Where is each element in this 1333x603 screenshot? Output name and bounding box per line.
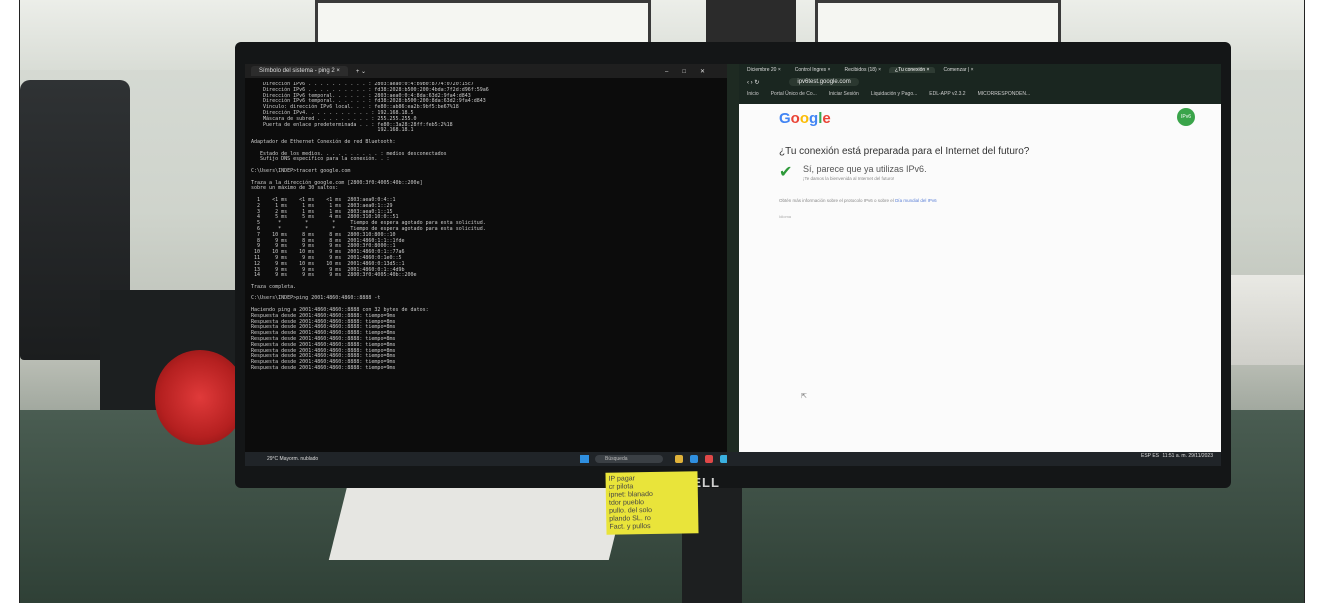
monitor-screen: Símbolo del sistema - ping 2 × + ⌄ –□✕ D… [245, 64, 1221, 466]
language-indicator[interactable]: ESP ES [1141, 453, 1159, 459]
page-content: Google IPv6 ¿Tu conexión está preparada … [739, 104, 1221, 452]
browser-tab[interactable]: Diciembre 20 × [741, 67, 787, 73]
bookmark-item[interactable]: Portal Único de Co... [771, 91, 817, 97]
app-icon[interactable] [705, 455, 713, 463]
file-explorer-icon[interactable] [675, 455, 683, 463]
command-prompt-window[interactable]: Símbolo del sistema - ping 2 × + ⌄ –□✕ D… [245, 64, 758, 466]
browser-tab-strip: Diciembre 20 × Control Ingres × Recibidos … [739, 64, 1221, 76]
red-desk-fan [155, 350, 245, 445]
taskbar-right: ESP ES 11:51 a. m. 29/11/2023 [727, 452, 1221, 466]
browser-tab[interactable]: Recibidos (18) × [838, 67, 887, 73]
browser-tab[interactable]: Comenzar | × [937, 67, 979, 73]
bookmark-item[interactable]: Liquidación y Pago... [871, 91, 917, 97]
url-field[interactable]: ipv6test.google.com [789, 78, 859, 86]
ipv6-day-link[interactable]: Día mundial del IPv6 [895, 198, 937, 203]
browser-sidebar [727, 64, 739, 452]
answer-subtext: ¡Te damos la bienvenida al Internet del … [803, 176, 895, 181]
terminal-tab-bar: Símbolo del sistema - ping 2 × + ⌄ –□✕ [245, 64, 727, 78]
mouse-cursor-icon: ⇱ [801, 392, 807, 400]
check-icon: ✔ [779, 162, 793, 181]
window-controls-icon[interactable]: –□✕ [665, 68, 719, 75]
weather-widget[interactable]: 29°C Mayorm. nublado [267, 456, 318, 462]
back-forward-reload-icon[interactable]: ‹ › ↻ [747, 79, 759, 86]
browser-tab[interactable]: ¿Tu conexión × [889, 67, 936, 73]
bookmark-item[interactable]: Iniciar Sesión [829, 91, 859, 97]
monitor: Símbolo del sistema - ping 2 × + ⌄ –□✕ D… [235, 42, 1231, 488]
terminal-line: Respuesta desde 2001:4860:4860::8888: ti… [251, 365, 396, 372]
address-bar-row: ‹ › ↻ ipv6test.google.com [739, 76, 1221, 88]
sticky-note: IP pagar cr pilota ipnet: blanado tdor p… [605, 471, 699, 535]
language-selector[interactable]: Idioma [779, 214, 791, 219]
google-logo: Google [779, 110, 831, 127]
taskbar: 29°C Mayorm. nublado Búsqueda [245, 452, 758, 466]
edge-icon[interactable] [690, 455, 698, 463]
browser-toolbar: Diciembre 20 × Control Ingres × Recibidos … [739, 64, 1221, 104]
bookmark-item[interactable]: EDL-APP v2.3.2 [929, 91, 965, 97]
terminal-tab[interactable]: Símbolo del sistema - ping 2 × [251, 66, 348, 76]
bookmarks-bar: Inicio Portal Único de Co... Iniciar Sesió… [739, 88, 1221, 100]
bookmark-item[interactable]: Inicio [747, 91, 759, 97]
ipv6-badge: IPv6 [1177, 108, 1195, 126]
answer-text: Sí, parece que ya utilizas IPv6. [803, 164, 927, 174]
new-tab-plus-icon[interactable]: + ⌄ [356, 68, 366, 75]
photo-frame: Símbolo del sistema - ping 2 × + ⌄ –□✕ D… [19, 0, 1305, 603]
browser-tab[interactable]: Control Ingres × [789, 67, 837, 73]
page-question: ¿Tu conexión está preparada para el Inte… [779, 146, 1030, 157]
terminal-output: Dirección IPv6 . . . . . . . . . . : 280… [251, 82, 721, 452]
sticky-note-text: IP pagar cr pilota ipnet: blanado tdor p… [608, 475, 653, 531]
clock[interactable]: 11:51 a. m. 29/11/2023 [1162, 453, 1213, 459]
more-info-text: Obtén más información sobre el protocolo… [779, 198, 937, 203]
taskbar-search[interactable]: Búsqueda [595, 455, 663, 463]
windows-start-icon[interactable] [580, 455, 589, 463]
bookmark-item[interactable]: MICORRESPONDEN... [978, 91, 1031, 97]
browser-window: Diciembre 20 × Control Ingres × Recibidos … [727, 64, 1221, 466]
